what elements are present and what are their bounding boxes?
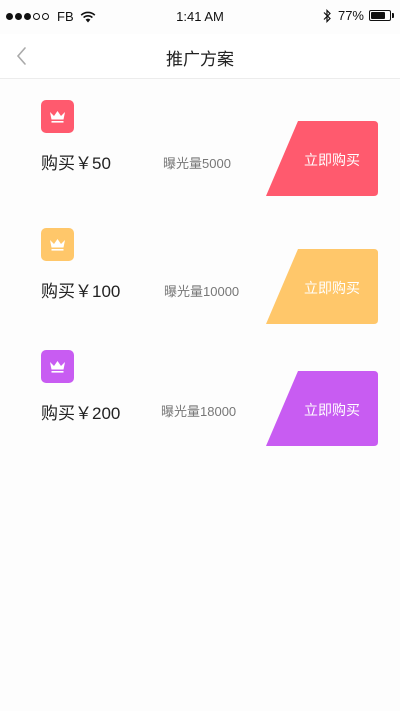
buy-now-button[interactable]: 立即购买 <box>266 371 378 446</box>
buy-label: 购买￥50 <box>41 154 111 173</box>
crown-badge <box>41 228 74 261</box>
battery-icon <box>369 10 391 21</box>
crown-badge <box>41 350 74 383</box>
battery-percent: 77% <box>337 8 364 23</box>
battery-fill <box>371 12 385 19</box>
buy-now-button[interactable]: 立即购买 <box>266 121 378 196</box>
buy-label: 购买￥100 <box>41 282 121 301</box>
buy-button-label: 立即购买 <box>304 280 360 296</box>
buy-button-label: 立即购买 <box>304 402 360 418</box>
bluetooth-icon <box>323 8 331 23</box>
crown-icon <box>50 238 65 251</box>
exposure-text: 曝光量18000 <box>161 404 237 419</box>
buy-label: 购买￥200 <box>41 404 121 423</box>
plan-row: 购买￥200 曝光量18000 立即购买 <box>0 350 400 450</box>
crown-badge <box>41 100 74 133</box>
plan-row: 购买￥50 曝光量5000 立即购买 <box>0 100 400 200</box>
buy-button-label: 立即购买 <box>304 152 360 168</box>
plan-row: 购买￥100 曝光量10000 立即购买 <box>0 228 400 328</box>
buy-now-button[interactable]: 立即购买 <box>266 249 378 324</box>
battery-tip <box>392 13 394 18</box>
crown-icon <box>50 110 65 123</box>
exposure-text: 曝光量5000 <box>163 156 231 171</box>
status-right: 77% <box>322 8 394 23</box>
exposure-text: 曝光量10000 <box>164 284 240 299</box>
nav-bar: 推广方案 <box>0 34 400 79</box>
status-bar: FB 1:41 AM 77% <box>0 0 400 34</box>
crown-icon <box>50 360 65 373</box>
page-title: 推广方案 <box>166 50 234 69</box>
